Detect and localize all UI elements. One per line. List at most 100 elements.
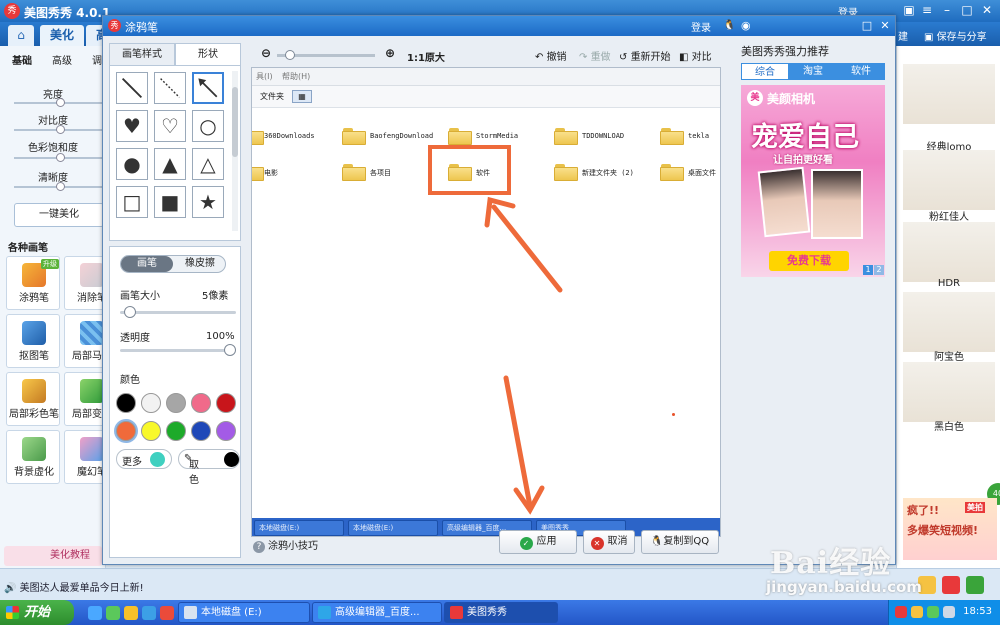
undo-button[interactable]: ↶ 撤销 [535,48,567,63]
quicklaunch-icon[interactable] [160,606,174,620]
app-menu-icon[interactable]: ≡ [918,2,936,19]
brightness-slider[interactable] [14,98,104,107]
shape-square-filled[interactable]: ■ [154,186,186,218]
color-swatch[interactable] [116,393,136,413]
quicklaunch-icon[interactable] [106,606,120,620]
app-minimize-button[interactable]: – [938,2,956,19]
color-swatch[interactable] [191,393,211,413]
beauty-camera-ad[interactable]: 美 美颜相机 宠爱自己 让自拍更好看 免费下载 1 2 [741,85,885,277]
more-colors-button[interactable]: 更多 [116,449,172,469]
effect-label-abao[interactable]: 阿宝色 [897,348,1000,363]
video-promo-banner[interactable]: 疯了!! 美拍 多爆笑短视频! [903,498,997,560]
pen-mode-toggle[interactable]: 画笔 橡皮擦 [120,255,226,273]
dialog-login-link[interactable]: 登录 [691,19,711,34]
color-swatch[interactable] [216,393,236,413]
tutorial-button[interactable]: 美化教程 [4,546,102,566]
effect-thumb[interactable] [903,292,995,352]
copy-to-qq-button[interactable]: 🐧复制到QQ [641,530,719,554]
shape-arrow[interactable] [192,72,224,104]
shape-dashed-line[interactable] [154,72,186,104]
shape-scrollbar[interactable] [232,71,238,231]
effect-thumb[interactable] [903,150,995,210]
effect-thumb[interactable] [903,362,995,422]
tab-general[interactable]: 综合 [741,63,789,80]
tab-software[interactable]: 软件 [837,63,885,80]
brush-size-slider[interactable] [120,306,236,318]
dialog-close-button[interactable]: ✕ [877,18,893,34]
effect-thumb[interactable] [903,64,995,124]
subtab-advanced[interactable]: 高级 [52,52,72,67]
color-swatch[interactable] [166,421,186,441]
save-share-button[interactable]: ▣ 保存与分享 [924,28,987,43]
weibo-icon[interactable]: ◉ [741,19,751,32]
quicklaunch-icon[interactable] [124,606,138,620]
tab-taobao[interactable]: 淘宝 [789,63,837,80]
app-close-button[interactable]: ✕ [978,2,996,19]
sharpness-slider[interactable] [14,182,104,191]
shape-star[interactable]: ★ [192,186,224,218]
color-swatch-selected[interactable] [116,421,136,441]
image-canvas[interactable]: 具(I) 帮助(H) 文件夹 ▦ 360Downloads BaofengDow… [251,67,721,537]
zoom-out-icon[interactable]: ⊖ [261,46,271,60]
tray-icon[interactable] [895,606,907,618]
dialog-maximize-button[interactable]: □ [859,18,875,34]
actual-size-button[interactable]: 1:1原大 [407,49,445,64]
tool-cutout-pen[interactable]: 抠图笔 [6,314,60,368]
doodle-tips-link[interactable]: ? 涂鸦小技巧 [253,537,318,553]
mode-brush[interactable]: 画笔 [121,256,173,272]
restart-button[interactable]: ↺ 重新开始 [619,48,671,63]
shape-heart-filled[interactable]: ♥ [116,110,148,142]
one-key-beautify-button[interactable]: 一键美化 [14,203,104,227]
subtab-more[interactable]: 调 [92,52,102,67]
app-maximize-button[interactable]: □ [958,2,976,19]
color-swatch[interactable] [166,393,186,413]
effect-label-hdr[interactable]: HDR [897,278,1000,289]
effect-label-bw[interactable]: 黑白色 [897,418,1000,433]
add-icon[interactable] [966,576,984,594]
ad-download-button[interactable]: 免费下载 [769,251,849,271]
weibo-icon[interactable] [942,576,960,594]
tray-icon[interactable] [943,606,955,618]
zoom-slider[interactable] [277,50,375,60]
tool-local-color-pen[interactable]: 局部彩色笔 [6,372,60,426]
cancel-button[interactable]: ✕ 取消 [583,530,635,554]
tab-shapes[interactable]: 形状 [175,43,241,65]
ad-page-2[interactable]: 2 [874,265,884,275]
effect-label-pink[interactable]: 粉红佳人 [897,208,1000,223]
color-swatch[interactable] [191,421,211,441]
shape-circle-filled[interactable]: ● [116,148,148,180]
opacity-slider[interactable] [120,344,236,356]
start-button[interactable]: 开始 [0,600,74,625]
compare-button[interactable]: ◧ 对比 [679,48,712,63]
color-swatch[interactable] [141,421,161,441]
redo-button[interactable]: ↷ 重做 [579,48,611,63]
apply-button[interactable]: ✓ 应用 [499,530,577,554]
eyedropper-button[interactable]: ✎ 取色 [178,449,240,486]
saturation-slider[interactable] [14,153,104,162]
shape-line[interactable] [116,72,148,104]
ad-page-1[interactable]: 1 [863,265,873,275]
tool-background-blur[interactable]: 背景虚化 [6,430,60,484]
tab-beautify[interactable]: 美化 [40,25,84,46]
shape-triangle-filled[interactable]: ▲ [154,148,186,180]
qq-icon[interactable]: 🐧 [723,20,735,31]
tray-icon[interactable] [911,606,923,618]
shape-circle-outline[interactable]: ○ [192,110,224,142]
tool-doodle-pen[interactable]: 升级 涂鸦笔 [6,256,60,310]
subtab-basic[interactable]: 基础 [12,52,32,67]
task-local-disk[interactable]: 本地磁盘 (E:) [178,602,310,623]
quicklaunch-icon[interactable] [142,606,156,620]
effect-thumb[interactable] [903,222,995,282]
tray-icon[interactable] [927,606,939,618]
task-meitu[interactable]: 美图秀秀 [444,602,558,623]
tab-brush-style[interactable]: 画笔样式 [109,43,175,65]
shape-heart-outline[interactable]: ♡ [154,110,186,142]
task-editor[interactable]: 高级编辑器_百度... [312,602,442,623]
shape-square-outline[interactable]: □ [116,186,148,218]
mode-eraser[interactable]: 橡皮擦 [175,256,225,272]
home-icon[interactable]: ⌂ [8,25,34,46]
color-swatch[interactable] [216,421,236,441]
color-swatch[interactable] [141,393,161,413]
zoom-in-icon[interactable]: ⊕ [385,46,395,60]
skin-icon[interactable]: ▣ [900,2,918,19]
